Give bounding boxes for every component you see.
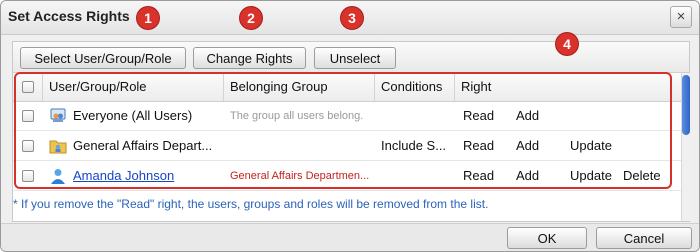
row-name: General Affairs Depart...	[73, 138, 213, 153]
select-all-column	[13, 73, 43, 101]
right-add: Add	[516, 168, 540, 183]
cancel-button[interactable]: Cancel	[596, 227, 692, 249]
row-conditions: Include S...	[381, 138, 447, 153]
right-add: Add	[516, 108, 540, 123]
right-read: Read	[463, 138, 495, 153]
rights-note: * If you remove the "Read" right, the us…	[13, 197, 489, 211]
right-update: Update	[570, 168, 612, 183]
callout-badge-1: 1	[137, 7, 159, 29]
group-folder-icon	[49, 131, 69, 161]
table-row[interactable]: Amanda Johnson General Affairs Departmen…	[13, 161, 681, 191]
select-user-group-role-button[interactable]: Select User/Group/Role	[20, 47, 186, 69]
vertical-scrollbar[interactable]	[681, 73, 690, 221]
right-update: Update	[570, 138, 612, 153]
right-delete: Delete	[623, 168, 661, 183]
column-header-name[interactable]: User/Group/Role	[43, 73, 224, 101]
row-name: Everyone (All Users)	[73, 108, 193, 123]
column-header-right[interactable]: Right	[455, 73, 681, 101]
callout-badge-4: 4	[556, 33, 578, 55]
dialog-footer: OK Cancel	[1, 223, 699, 251]
right-delete	[623, 131, 673, 161]
select-all-checkbox[interactable]	[22, 81, 34, 93]
row-checkbox[interactable]	[22, 140, 34, 152]
row-conditions	[381, 161, 451, 191]
callout-badge-2: 2	[240, 7, 262, 29]
close-icon[interactable]: ×	[670, 6, 692, 28]
users-icon	[49, 101, 69, 131]
row-group	[230, 131, 375, 161]
right-update	[570, 101, 620, 131]
set-access-rights-dialog: Set Access Rights × Select User/Group/Ro…	[0, 0, 700, 252]
column-header-conditions[interactable]: Conditions	[375, 73, 455, 101]
row-conditions	[381, 101, 451, 131]
user-link[interactable]: Amanda Johnson	[73, 161, 221, 191]
ok-button[interactable]: OK	[507, 227, 587, 249]
right-add: Add	[516, 138, 540, 153]
row-checkbox[interactable]	[22, 110, 34, 122]
row-group: General Affairs Departmen...	[230, 170, 370, 182]
dialog-title: Set Access Rights	[8, 8, 130, 24]
change-rights-button[interactable]: Change Rights	[193, 47, 306, 69]
right-delete	[623, 101, 673, 131]
unselect-button[interactable]: Unselect	[314, 47, 396, 69]
table-row[interactable]: General Affairs Depart... Include S... R…	[13, 131, 681, 161]
right-read: Read	[463, 108, 495, 123]
table-header: User/Group/Role Belonging Group Conditio…	[13, 73, 681, 102]
column-header-group[interactable]: Belonging Group	[224, 73, 375, 101]
scrollbar-thumb[interactable]	[682, 75, 690, 135]
access-rights-panel: Select User/Group/Role Change Rights Uns…	[12, 41, 690, 222]
toolbar: Select User/Group/Role Change Rights Uns…	[13, 42, 689, 73]
right-read: Read	[463, 168, 495, 183]
row-checkbox[interactable]	[22, 170, 34, 182]
table-row[interactable]: Everyone (All Users) The group all users…	[13, 101, 681, 131]
user-icon	[49, 161, 69, 191]
row-group: The group all users belong.	[230, 110, 364, 122]
callout-badge-3: 3	[341, 7, 363, 29]
